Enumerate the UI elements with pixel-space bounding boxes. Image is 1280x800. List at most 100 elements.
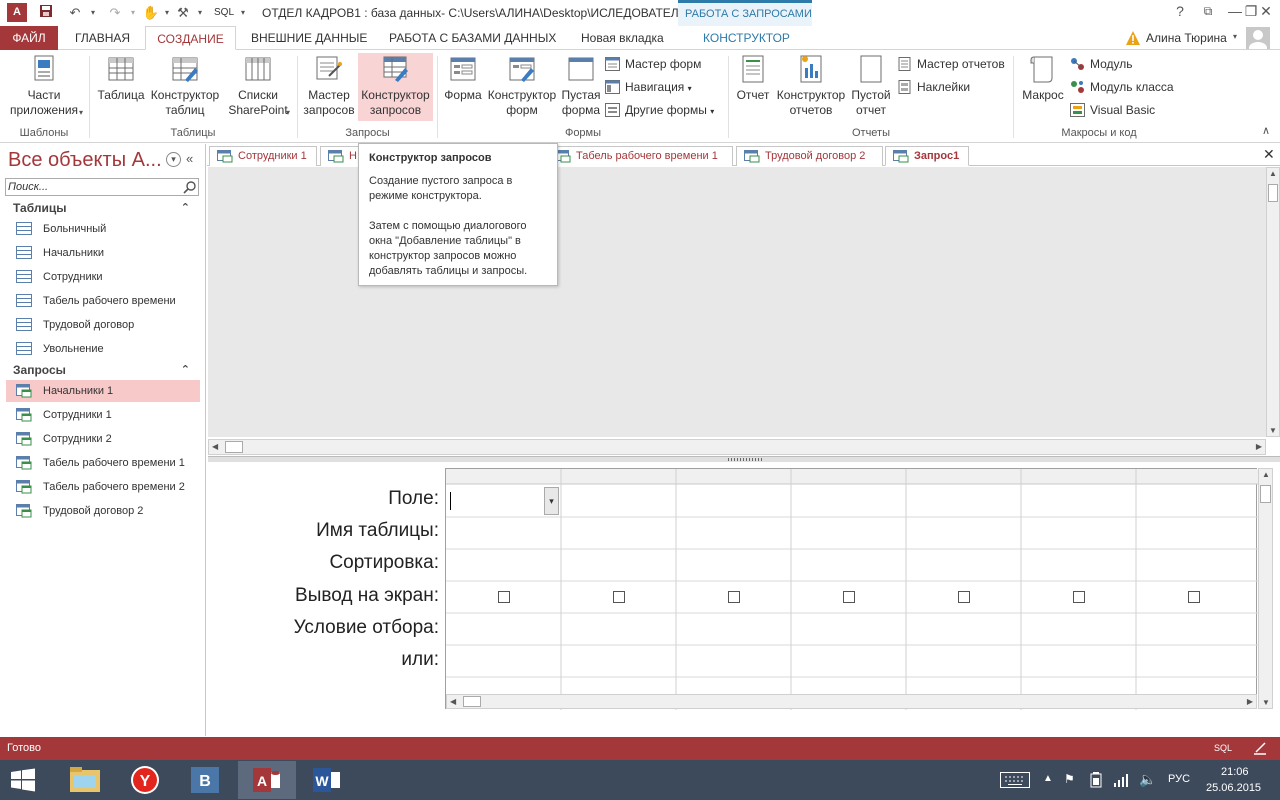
- show-checkbox[interactable]: [958, 591, 970, 603]
- blank-form-button[interactable]: Пустая форма: [560, 54, 602, 118]
- nav-query-item[interactable]: Начальники 1: [6, 380, 200, 402]
- redo-dropdown-icon[interactable]: ▾: [124, 4, 142, 22]
- nav-query-item[interactable]: Сотрудники 2: [6, 428, 200, 450]
- scroll-thumb[interactable]: [1260, 485, 1271, 503]
- tab-database-tools[interactable]: РАБОТА С БАЗАМИ ДАННЫХ: [381, 26, 564, 50]
- start-button[interactable]: [10, 768, 36, 792]
- app-parts-dropdown-icon[interactable]: ▾: [79, 108, 83, 117]
- nav-query-item[interactable]: Трудовой договор 2: [6, 500, 200, 522]
- signal-icon[interactable]: [1113, 773, 1129, 787]
- tab-new[interactable]: Новая вкладка: [573, 26, 672, 50]
- other-forms-button[interactable]: Другие формы ▾: [603, 100, 714, 120]
- scroll-up-arrow-icon[interactable]: ▲: [1262, 470, 1270, 479]
- upper-horizontal-scrollbar[interactable]: ◀ ▶: [208, 439, 1266, 455]
- show-checkbox[interactable]: [1188, 591, 1200, 603]
- nav-table-item[interactable]: Сотрудники: [6, 266, 200, 288]
- save-icon[interactable]: [37, 4, 55, 22]
- taskbar-access[interactable]: A: [238, 761, 296, 799]
- scroll-right-arrow-icon[interactable]: ▶: [1256, 442, 1262, 451]
- nav-pane-header[interactable]: Все объекты А...: [8, 149, 162, 172]
- nav-table-item[interactable]: Табель рабочего времени: [6, 290, 200, 312]
- taskbar-vk[interactable]: B: [176, 761, 234, 799]
- volume-icon[interactable]: 🔈: [1139, 771, 1156, 788]
- table-button[interactable]: Таблица: [96, 54, 146, 103]
- taskbar-word[interactable]: W: [298, 761, 356, 799]
- grid-vertical-scrollbar[interactable]: ▲ ▼: [1258, 468, 1273, 709]
- labels-button[interactable]: Наклейки: [895, 77, 970, 97]
- clock-time[interactable]: 21:06: [1221, 766, 1249, 778]
- collapse-ribbon-icon[interactable]: ∧: [1262, 124, 1270, 137]
- design-view-icon[interactable]: [1252, 740, 1268, 756]
- sql-quick-button[interactable]: SQL: [214, 7, 234, 18]
- doc-tab[interactable]: Табель рабочего времени 1: [547, 146, 733, 166]
- user-dropdown-icon[interactable]: ▾: [1233, 32, 1237, 41]
- nav-query-item[interactable]: Табель рабочего времени 2: [6, 476, 200, 498]
- doc-tab-active[interactable]: Запрос1: [885, 146, 969, 166]
- doc-tab[interactable]: Н: [320, 146, 360, 166]
- clock-date[interactable]: 25.06.2015: [1206, 782, 1261, 794]
- tab-home[interactable]: ГЛАВНАЯ: [67, 26, 138, 50]
- sql-view-button[interactable]: SQL: [1214, 743, 1232, 753]
- form-designer-button[interactable]: Конструктор форм: [486, 54, 558, 118]
- nav-table-item[interactable]: Трудовой договор: [6, 314, 200, 336]
- form-button[interactable]: Форма: [442, 54, 484, 103]
- tab-constructor[interactable]: КОНСТРУКТОР: [695, 26, 798, 50]
- user-name[interactable]: Алина Тюрина: [1138, 26, 1235, 50]
- upper-vertical-scrollbar[interactable]: ▲ ▼: [1266, 167, 1280, 437]
- nav-query-item[interactable]: Сотрудники 1: [6, 404, 200, 426]
- report-designer-button[interactable]: Конструктор отчетов: [775, 54, 847, 118]
- undo-icon[interactable]: ↶: [66, 4, 84, 22]
- customize-icon[interactable]: ⚒: [174, 4, 192, 22]
- user-avatar[interactable]: [1246, 27, 1270, 54]
- help-button[interactable]: ?: [1165, 0, 1195, 24]
- nav-search-input[interactable]: Поиск...: [5, 178, 199, 196]
- collapse-section-icon[interactable]: ⌃: [181, 198, 190, 218]
- grid-horizontal-scrollbar[interactable]: ◀ ▶: [446, 694, 1257, 709]
- form-wizard-button[interactable]: Мастер форм: [603, 54, 701, 74]
- blank-report-button[interactable]: Пустой отчет: [850, 54, 892, 118]
- doc-tab[interactable]: Трудовой договор 2: [736, 146, 883, 166]
- tray-arrow-icon[interactable]: ▲: [1043, 773, 1053, 784]
- redo-icon[interactable]: ↷: [106, 4, 124, 22]
- flag-icon[interactable]: ⚑: [1064, 772, 1075, 786]
- scroll-thumb[interactable]: [1268, 184, 1278, 202]
- scroll-down-arrow-icon[interactable]: ▼: [1262, 698, 1270, 707]
- taskbar-explorer[interactable]: [56, 761, 114, 799]
- tab-external-data[interactable]: ВНЕШНИЕ ДАННЫЕ: [243, 26, 375, 50]
- class-module-button[interactable]: Модуль класса: [1068, 77, 1174, 97]
- show-checkbox[interactable]: [498, 591, 510, 603]
- search-icon[interactable]: [183, 180, 197, 194]
- sql-dropdown-icon[interactable]: ▾: [234, 4, 252, 22]
- close-tab-icon[interactable]: ✕: [1263, 146, 1275, 163]
- tab-create[interactable]: СОЗДАНИЕ: [145, 26, 236, 50]
- scroll-left-arrow-icon[interactable]: ◀: [450, 697, 456, 706]
- query-designer-button[interactable]: Конструктор запросов: [358, 53, 433, 121]
- access-logo-icon[interactable]: A: [7, 3, 27, 22]
- collapse-nav-icon[interactable]: «: [186, 151, 193, 166]
- sharepoint-dropdown-icon[interactable]: ▾: [286, 108, 290, 117]
- splitter-grip[interactable]: [728, 458, 762, 461]
- scroll-thumb[interactable]: [225, 441, 243, 453]
- show-checkbox[interactable]: [843, 591, 855, 603]
- app-parts-button[interactable]: Части приложения: [4, 54, 84, 118]
- show-checkbox[interactable]: [728, 591, 740, 603]
- show-checkbox[interactable]: [1073, 591, 1085, 603]
- doc-tab[interactable]: Сотрудники 1: [209, 146, 317, 166]
- nav-table-item[interactable]: Начальники: [6, 242, 200, 264]
- field-combo-input[interactable]: ▾: [448, 486, 559, 515]
- ribbon-display-icon[interactable]: ⧉: [1193, 0, 1223, 24]
- scroll-thumb[interactable]: [463, 696, 481, 707]
- tab-file[interactable]: ФАЙЛ: [0, 26, 58, 50]
- navigation-button[interactable]: Навигация ▾: [603, 77, 692, 97]
- customize-dropdown-icon[interactable]: ▾: [191, 4, 209, 22]
- scroll-up-arrow-icon[interactable]: ▲: [1269, 169, 1277, 178]
- sharepoint-lists-button[interactable]: Списки SharePoint: [222, 54, 294, 118]
- close-button[interactable]: ✕: [1251, 0, 1280, 24]
- nav-section-tables[interactable]: Таблицы ⌃: [6, 198, 200, 218]
- language-indicator[interactable]: РУС: [1168, 773, 1190, 785]
- module-button[interactable]: Модуль: [1068, 54, 1133, 74]
- visual-basic-button[interactable]: Visual Basic: [1068, 100, 1155, 120]
- undo-dropdown-icon[interactable]: ▾: [84, 4, 102, 22]
- nav-dropdown-icon[interactable]: ▾: [166, 152, 181, 167]
- battery-icon[interactable]: [1090, 772, 1102, 788]
